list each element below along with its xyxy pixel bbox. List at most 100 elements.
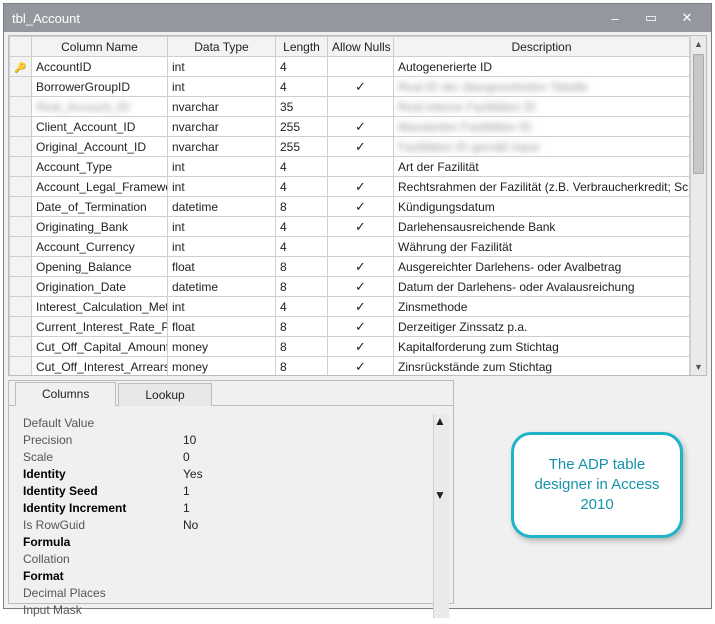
tab-lookup[interactable]: Lookup	[118, 383, 211, 406]
grid-scroll-area[interactable]: Column Name Data Type Length Allow Nulls…	[9, 36, 690, 375]
cell-column-name[interactable]: Opening_Balance	[32, 257, 168, 277]
cell-allow-nulls[interactable]: ✓	[328, 197, 394, 217]
cell-data-type[interactable]: int	[168, 177, 276, 197]
table-row[interactable]: Real_Account_IDnvarchar35Real interne Fa…	[10, 97, 690, 117]
cell-description[interactable]: Rechtsrahmen der Fazilität (z.B. Verbrau…	[394, 177, 690, 197]
cell-allow-nulls[interactable]	[328, 237, 394, 257]
cell-description[interactable]: Fazilitäten ID gemäß Input	[394, 137, 690, 157]
cell-length[interactable]: 8	[276, 197, 328, 217]
tab-columns[interactable]: Columns	[15, 382, 116, 406]
table-row[interactable]: Account_Legal_Frameworkint4✓Rechtsrahmen…	[10, 177, 690, 197]
cell-description[interactable]: Autogenerierte ID	[394, 57, 690, 77]
cell-allow-nulls[interactable]: ✓	[328, 77, 394, 97]
cell-length[interactable]: 8	[276, 257, 328, 277]
row-selector[interactable]	[10, 177, 32, 197]
cell-column-name[interactable]: Originating_Bank	[32, 217, 168, 237]
table-row[interactable]: 🔑AccountIDint4Autogenerierte ID	[10, 57, 690, 77]
cell-allow-nulls[interactable]: ✓	[328, 217, 394, 237]
property-value[interactable]: No	[183, 518, 429, 532]
cell-length[interactable]: 8	[276, 317, 328, 337]
cell-allow-nulls[interactable]	[328, 157, 394, 177]
scroll-down-icon[interactable]: ▼	[434, 488, 449, 502]
row-selector[interactable]	[10, 197, 32, 217]
cell-data-type[interactable]: int	[168, 237, 276, 257]
cell-description[interactable]: Zinsmethode	[394, 297, 690, 317]
cell-allow-nulls[interactable]: ✓	[328, 117, 394, 137]
cell-data-type[interactable]: float	[168, 317, 276, 337]
row-selector[interactable]	[10, 117, 32, 137]
table-row[interactable]: Original_Account_IDnvarchar255✓Fazilität…	[10, 137, 690, 157]
cell-column-name[interactable]: Date_of_Termination	[32, 197, 168, 217]
row-selector[interactable]: 🔑	[10, 57, 32, 77]
cell-description[interactable]: Mandanten Fazilitäten ID	[394, 117, 690, 137]
table-row[interactable]: Current_Interest_Rate_PAfloat8✓Derzeitig…	[10, 317, 690, 337]
table-row[interactable]: Account_Currencyint4Währung der Fazilitä…	[10, 237, 690, 257]
scroll-up-icon[interactable]: ▲	[691, 36, 706, 52]
cell-data-type[interactable]: int	[168, 57, 276, 77]
cell-description[interactable]: Real interne Fazilitäten ID	[394, 97, 690, 117]
scroll-thumb[interactable]	[693, 54, 704, 174]
cell-column-name[interactable]: Current_Interest_Rate_PA	[32, 317, 168, 337]
cell-allow-nulls[interactable]: ✓	[328, 137, 394, 157]
cell-data-type[interactable]: money	[168, 337, 276, 357]
row-selector[interactable]	[10, 317, 32, 337]
cell-description[interactable]: Derzeitiger Zinssatz p.a.	[394, 317, 690, 337]
cell-description[interactable]: Kapitalforderung zum Stichtag	[394, 337, 690, 357]
cell-allow-nulls[interactable]: ✓	[328, 317, 394, 337]
cell-column-name[interactable]: Cut_Off_Capital_Amount	[32, 337, 168, 357]
restore-button[interactable]: ▭	[633, 8, 669, 28]
table-row[interactable]: Origination_Datedatetime8✓Datum der Darl…	[10, 277, 690, 297]
property-value[interactable]: 1	[183, 501, 429, 515]
row-selector[interactable]	[10, 237, 32, 257]
cell-allow-nulls[interactable]: ✓	[328, 337, 394, 357]
header-allow-nulls[interactable]: Allow Nulls	[328, 37, 394, 57]
cell-column-name[interactable]: Account_Currency	[32, 237, 168, 257]
table-row[interactable]: Date_of_Terminationdatetime8✓Kündigungsd…	[10, 197, 690, 217]
cell-column-name[interactable]: Original_Account_ID	[32, 137, 168, 157]
cell-column-name[interactable]: Account_Legal_Framework	[32, 177, 168, 197]
table-row[interactable]: Account_Typeint4Art der Fazilität	[10, 157, 690, 177]
cell-description[interactable]: Kündigungsdatum	[394, 197, 690, 217]
row-selector[interactable]	[10, 257, 32, 277]
row-selector[interactable]	[10, 357, 32, 376]
row-selector[interactable]	[10, 277, 32, 297]
cell-length[interactable]: 8	[276, 277, 328, 297]
cell-description[interactable]: Ausgereichter Darlehens- oder Avalbetrag	[394, 257, 690, 277]
cell-description[interactable]: Datum der Darlehens- oder Avalausreichun…	[394, 277, 690, 297]
cell-allow-nulls[interactable]: ✓	[328, 297, 394, 317]
row-selector[interactable]	[10, 337, 32, 357]
cell-length[interactable]: 35	[276, 97, 328, 117]
minimize-button[interactable]: –	[597, 8, 633, 28]
scroll-up-icon[interactable]: ▲	[434, 414, 449, 428]
cell-data-type[interactable]: datetime	[168, 197, 276, 217]
cell-description[interactable]: Zinsrückstände zum Stichtag	[394, 357, 690, 376]
row-selector[interactable]	[10, 217, 32, 237]
close-button[interactable]: ✕	[669, 8, 705, 28]
cell-column-name[interactable]: Cut_Off_Interest_Arrears	[32, 357, 168, 376]
cell-allow-nulls[interactable]: ✓	[328, 357, 394, 376]
header-data-type[interactable]: Data Type	[168, 37, 276, 57]
cell-allow-nulls[interactable]: ✓	[328, 257, 394, 277]
table-row[interactable]: Cut_Off_Capital_Amountmoney8✓Kapitalford…	[10, 337, 690, 357]
cell-data-type[interactable]: int	[168, 157, 276, 177]
row-selector[interactable]	[10, 77, 32, 97]
cell-description[interactable]: Real ID der übergeordneten Tabelle	[394, 77, 690, 97]
property-value[interactable]: 10	[183, 433, 429, 447]
row-selector[interactable]	[10, 137, 32, 157]
cell-data-type[interactable]: int	[168, 217, 276, 237]
cell-description[interactable]: Darlehensausreichende Bank	[394, 217, 690, 237]
cell-data-type[interactable]: int	[168, 77, 276, 97]
cell-description[interactable]: Währung der Fazilität	[394, 237, 690, 257]
cell-length[interactable]: 255	[276, 117, 328, 137]
cell-column-name[interactable]: Interest_Calculation_Meth	[32, 297, 168, 317]
table-row[interactable]: Cut_Off_Interest_Arrearsmoney8✓Zinsrücks…	[10, 357, 690, 376]
grid-scrollbar[interactable]: ▲ ▼	[690, 36, 706, 375]
cell-data-type[interactable]: money	[168, 357, 276, 376]
cell-column-name[interactable]: Real_Account_ID	[32, 97, 168, 117]
table-row[interactable]: Opening_Balancefloat8✓Ausgereichter Darl…	[10, 257, 690, 277]
row-selector[interactable]	[10, 157, 32, 177]
cell-column-name[interactable]: Origination_Date	[32, 277, 168, 297]
cell-length[interactable]: 4	[276, 57, 328, 77]
property-value[interactable]: 1	[183, 484, 429, 498]
row-selector[interactable]	[10, 97, 32, 117]
